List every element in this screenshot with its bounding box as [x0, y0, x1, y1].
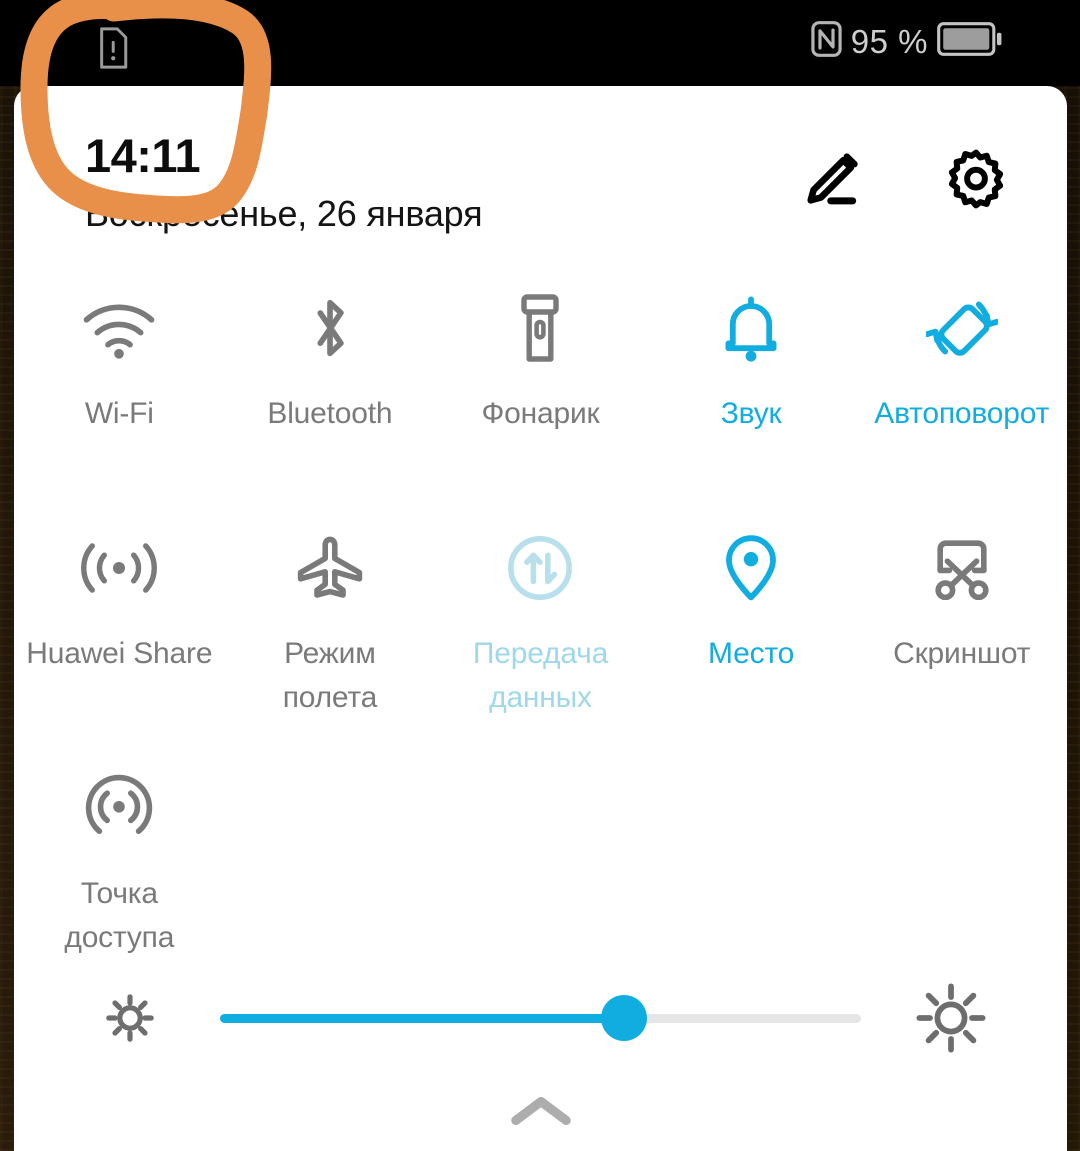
toggle-sound[interactable]: Звук	[646, 271, 857, 511]
edit-toggles-button[interactable]	[799, 148, 865, 214]
slider-thumb[interactable]	[600, 995, 647, 1041]
battery-full-icon	[937, 22, 1002, 61]
toggle-label: Wi-Fi	[84, 397, 154, 430]
huawei-share-icon	[78, 531, 160, 605]
brightness-low-icon[interactable]	[90, 978, 170, 1058]
gear-icon	[943, 146, 1009, 217]
nfc-icon	[811, 21, 842, 62]
chevron-up-icon	[509, 1094, 573, 1133]
toggle-label: Автоповорот	[874, 397, 1050, 430]
auto-rotate-icon	[925, 291, 998, 365]
status-bar: 95 %	[0, 0, 1080, 86]
clock-date: Воскресенье, 26 января	[85, 193, 483, 234]
status-bar-right: 95 %	[811, 21, 1002, 62]
clock-time: 14:11	[85, 129, 201, 182]
settings-button[interactable]	[943, 148, 1009, 214]
toggle-label: Режим полета	[282, 637, 378, 714]
location-pin-icon	[722, 531, 780, 605]
airplane-icon	[293, 531, 367, 605]
brightness-row	[14, 963, 1067, 1073]
toggle-label: Место	[708, 637, 795, 670]
sim-card-alert-icon	[96, 26, 130, 75]
grid-spacer	[856, 751, 1067, 991]
toggle-hotspot[interactable]: Точка доступа	[14, 751, 225, 991]
toggle-location[interactable]: Место	[646, 511, 857, 751]
bluetooth-icon	[304, 291, 356, 365]
toggle-grid: Wi-Fi Bluetooth Фонарик Звук Автоповорот…	[14, 271, 1067, 991]
toggle-label: Передача данных	[472, 637, 609, 714]
toggle-flashlight[interactable]: Фонарик	[435, 271, 646, 511]
toggle-huawei-share[interactable]: Huawei Share	[14, 511, 225, 751]
data-transfer-icon	[505, 531, 575, 605]
phone-screen: 95 % 14:11 Воскресенье, 26 января Wi-Fi …	[0, 0, 1080, 1151]
hotspot-icon	[83, 771, 155, 845]
toggle-wifi[interactable]: Wi-Fi	[14, 271, 225, 511]
toggle-label: Звук	[720, 397, 782, 430]
slider-fill	[220, 1013, 624, 1023]
toggle-airplane-mode[interactable]: Режим полета	[225, 511, 436, 751]
grid-spacer	[435, 751, 646, 991]
toggle-screenshot[interactable]: Скриншот	[856, 511, 1067, 751]
collapse-panel-button[interactable]	[14, 1081, 1067, 1145]
header-actions	[799, 148, 1009, 214]
scissors-icon	[925, 531, 999, 605]
wifi-icon	[80, 291, 158, 365]
battery-percent-label: 95 %	[850, 23, 928, 60]
bell-icon	[722, 291, 780, 365]
toggle-label: Точка доступа	[64, 877, 175, 954]
brightness-high-icon[interactable]	[911, 978, 991, 1058]
toggle-bluetooth[interactable]: Bluetooth	[225, 271, 436, 511]
grid-spacer	[225, 751, 436, 991]
brightness-slider[interactable]	[220, 995, 861, 1041]
toggle-mobile-data[interactable]: Передача данных	[435, 511, 646, 751]
flashlight-icon	[514, 291, 566, 365]
toggle-label: Скриншот	[893, 637, 1031, 670]
quick-settings-panel: 14:11 Воскресенье, 26 января Wi-Fi Bluet…	[14, 86, 1067, 1151]
toggle-label: Bluetooth	[267, 397, 393, 430]
toggle-label: Huawei Share	[26, 637, 213, 670]
grid-spacer	[646, 751, 857, 991]
toggle-autorotate[interactable]: Автоповорот	[856, 271, 1067, 511]
panel-header: 14:11 Воскресенье, 26 января	[14, 86, 1067, 266]
toggle-label: Фонарик	[481, 397, 600, 430]
status-bar-left	[96, 26, 130, 75]
pencil-edit-icon	[801, 148, 863, 215]
